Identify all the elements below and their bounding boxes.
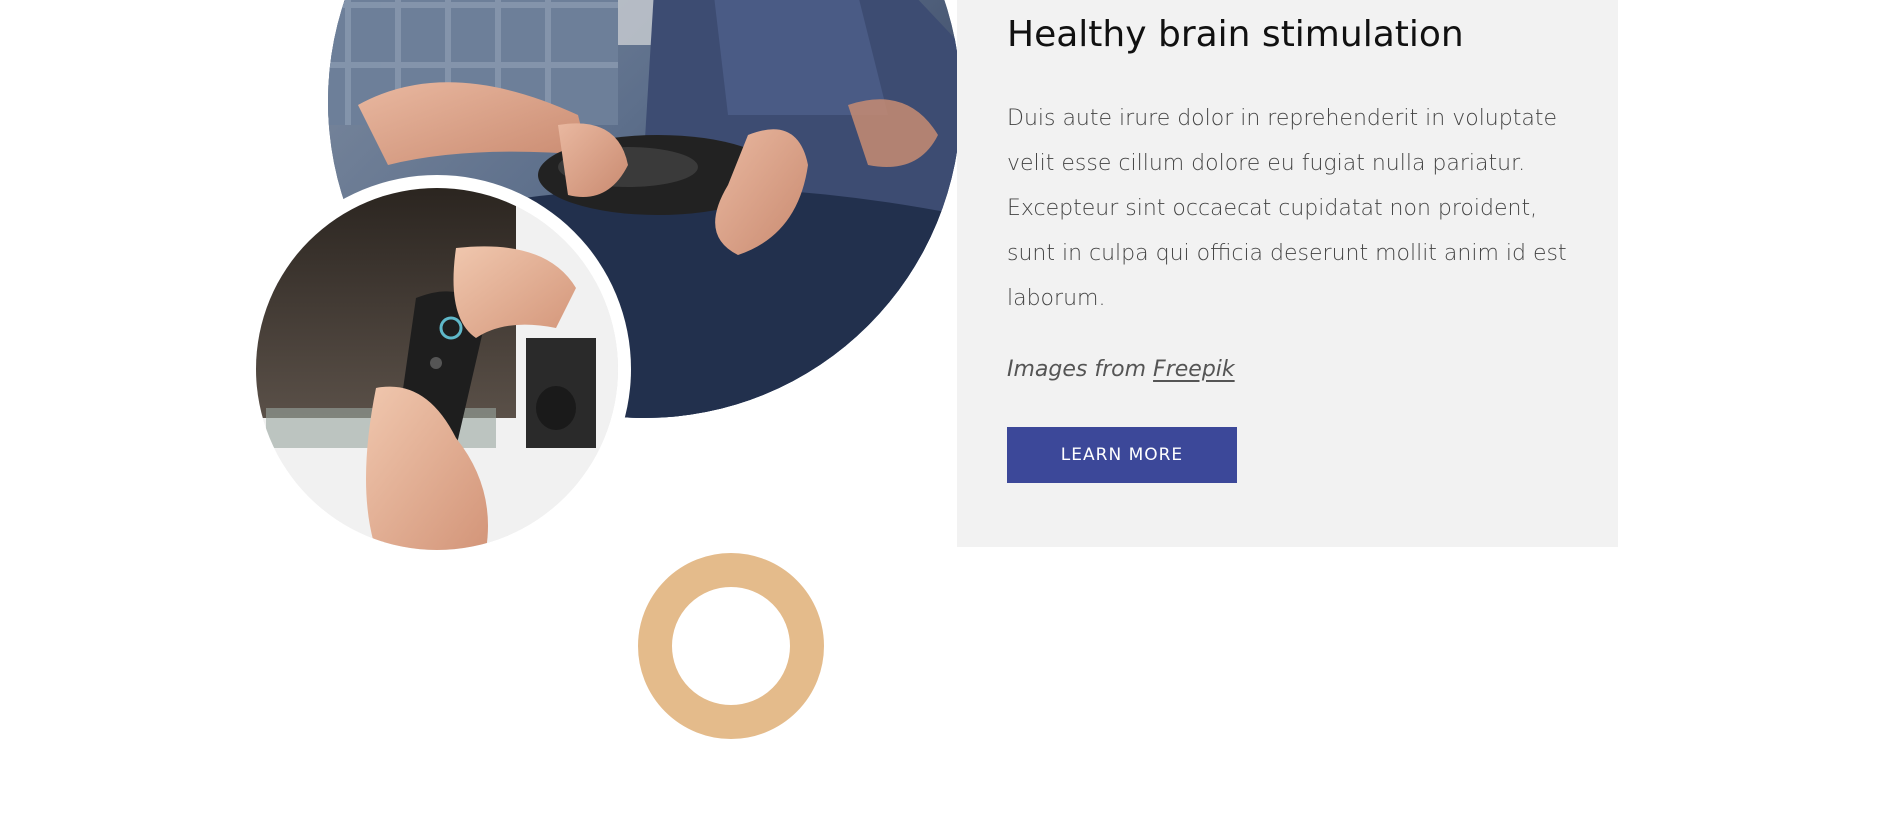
gaming-photo-small-image: [256, 188, 618, 550]
learn-more-button[interactable]: LEARN MORE: [1007, 427, 1237, 483]
card-body-text: Duis aute irure dolor in reprehenderit i…: [1007, 106, 1567, 311]
gaming-photo-small-art: [256, 188, 618, 550]
page: Healthy brain stimulation Duis aute irur…: [0, 0, 1893, 833]
decorative-ring: [638, 553, 824, 739]
image-credit: Images from Freepik: [1007, 350, 1235, 390]
image-credit-prefix: Images from: [1007, 357, 1147, 382]
freepik-link[interactable]: Freepik: [1153, 357, 1235, 382]
gaming-photo-small: [243, 175, 631, 563]
card-title: Healthy brain stimulation: [1007, 14, 1464, 55]
content-card: Healthy brain stimulation Duis aute irur…: [957, 0, 1618, 547]
